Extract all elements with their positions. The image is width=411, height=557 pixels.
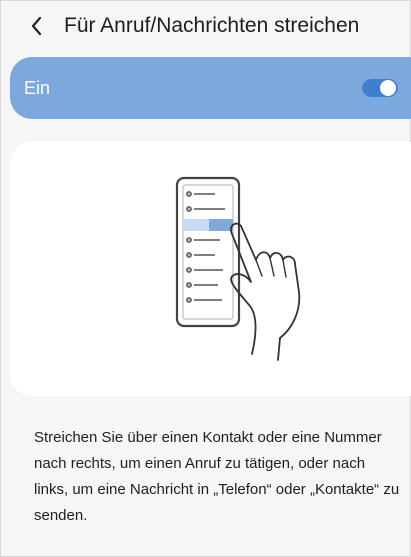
swipe-on-contact-illustration [175,176,301,361]
master-toggle-row[interactable]: Ein [10,57,411,119]
description-text: Streichen Sie über einen Kontakt oder ei… [34,429,400,524]
header: Für Anruf/Nachrichten streichen [0,0,411,60]
toggle-switch[interactable] [362,79,398,97]
illustration-card [10,142,411,396]
chevron-left-icon [31,16,42,36]
page-title: Für Anruf/Nachrichten streichen [64,14,360,37]
switch-knob [380,80,396,96]
toggle-label: Ein [24,78,51,98]
back-button[interactable] [26,13,48,39]
